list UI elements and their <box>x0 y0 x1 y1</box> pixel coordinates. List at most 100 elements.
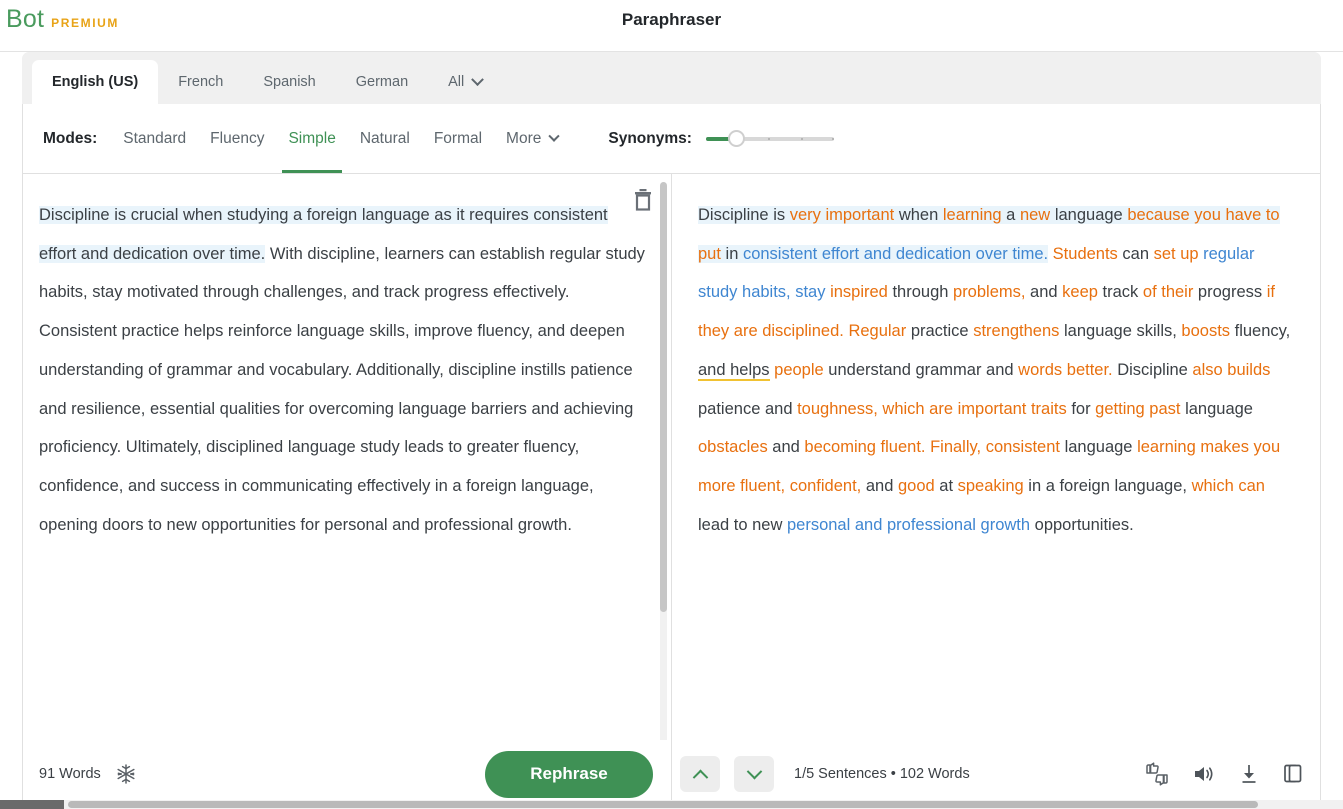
synonym-token[interactable]: which can <box>1192 477 1265 495</box>
result-token: a <box>1002 206 1020 224</box>
synonym-token[interactable]: Students <box>1053 245 1118 263</box>
synonym-token[interactable]: personal and professional growth <box>787 516 1030 534</box>
result-token: and helps <box>698 361 770 381</box>
language-tab-french[interactable]: French <box>158 60 243 104</box>
synonym-token[interactable]: strengthens <box>973 322 1059 340</box>
source-text-editor[interactable]: Discipline is crucial when studying a fo… <box>23 174 671 740</box>
result-token: language <box>1050 206 1127 224</box>
mode-simple[interactable]: Simple <box>276 115 347 163</box>
page-scroll-left-cap <box>0 800 64 809</box>
speaker-icon[interactable] <box>1192 763 1216 785</box>
language-tab-all[interactable]: All <box>428 60 496 104</box>
slider-tick <box>768 138 770 140</box>
synonyms-label: Synonyms: <box>608 130 692 148</box>
synonym-token[interactable]: words better. <box>1018 361 1112 379</box>
mode-label: Formal <box>434 130 482 148</box>
synonyms-control[interactable]: Synonyms: <box>608 130 834 148</box>
result-status: 1/5 Sentences • 102 Words <box>794 766 970 782</box>
chevron-down-icon <box>471 73 484 86</box>
source-scrollbar[interactable] <box>660 182 667 740</box>
result-token: opportunities. <box>1030 516 1134 534</box>
mode-natural[interactable]: Natural <box>348 115 422 163</box>
synonym-token[interactable]: obstacles <box>698 438 768 456</box>
synonym-token[interactable]: learning <box>943 206 1002 224</box>
source-scrollbar-thumb[interactable] <box>660 182 667 612</box>
result-token: progress <box>1193 283 1266 301</box>
result-token: Discipline is <box>698 206 790 224</box>
synonym-token[interactable]: boosts <box>1181 322 1230 340</box>
synonym-token[interactable]: set up <box>1154 245 1199 263</box>
synonym-token[interactable]: people <box>774 361 824 379</box>
download-icon[interactable] <box>1238 762 1260 786</box>
trash-icon[interactable] <box>631 186 655 214</box>
synonym-token[interactable]: keep <box>1062 283 1098 301</box>
language-tab-german[interactable]: German <box>336 60 428 104</box>
synonym-token[interactable]: getting past <box>1095 400 1180 418</box>
result-token: track <box>1098 283 1143 301</box>
source-word-count: 91 Words <box>39 766 101 782</box>
mode-fluency[interactable]: Fluency <box>198 115 276 163</box>
mode-label: Standard <box>123 130 186 148</box>
synonym-token[interactable]: Regular <box>848 322 906 340</box>
synonyms-slider-knob[interactable] <box>728 130 745 147</box>
source-rest-text[interactable]: With discipline, learners can establish … <box>39 245 645 534</box>
result-token: in <box>721 245 743 263</box>
result-token: patience and <box>698 400 797 418</box>
result-token: and <box>1025 283 1062 301</box>
synonym-token[interactable]: problems, <box>953 283 1025 301</box>
feedback-thumbs-icon[interactable] <box>1144 762 1170 786</box>
result-token: Discipline <box>1113 361 1193 379</box>
next-sentence-button[interactable] <box>734 756 774 792</box>
page-scrollbar-thumb[interactable] <box>68 801 1258 808</box>
chevron-up-icon <box>692 769 708 785</box>
synonyms-slider[interactable] <box>706 137 834 141</box>
language-tab-label: All <box>448 74 464 90</box>
language-tab-label: English (US) <box>52 74 138 90</box>
mode-more[interactable]: More <box>494 115 570 163</box>
page-horizontal-scrollbar[interactable] <box>0 800 1343 809</box>
mode-label: More <box>506 130 541 148</box>
modes-bar: Modes: Standard Fluency Simple Natural Forma… <box>22 104 1321 174</box>
mode-formal[interactable]: Formal <box>422 115 494 163</box>
synonym-token[interactable]: inspired <box>830 283 888 301</box>
language-tab-english-us[interactable]: English (US) <box>32 60 158 104</box>
prev-sentence-button[interactable] <box>680 756 720 792</box>
snowflake-icon[interactable] <box>115 763 137 785</box>
language-tab-label: German <box>356 74 408 90</box>
result-token: understand grammar and <box>824 361 1018 379</box>
synonym-token[interactable]: of their <box>1143 283 1193 301</box>
synonym-token[interactable]: speaking <box>958 477 1024 495</box>
synonym-token[interactable]: good <box>898 477 935 495</box>
editor-panes: Discipline is crucial when studying a fo… <box>22 174 1321 809</box>
result-token: and <box>768 438 805 456</box>
synonym-token[interactable]: new <box>1020 206 1050 224</box>
synonym-token[interactable]: toughness, which are important traits <box>797 400 1067 418</box>
modes-label: Modes: <box>43 130 97 148</box>
synonym-token[interactable]: very important <box>790 206 895 224</box>
language-tab-spanish[interactable]: Spanish <box>243 60 335 104</box>
rephrase-button[interactable]: Rephrase <box>485 751 653 798</box>
synonym-token[interactable]: becoming fluent. Finally, consistent <box>804 438 1060 456</box>
result-text-editor[interactable]: Discipline is very important when learni… <box>672 174 1320 740</box>
result-token: language <box>1180 400 1253 418</box>
result-footer: 1/5 Sentences • 102 Words <box>672 740 1320 808</box>
language-tab-bar: English (US) French Spanish German All <box>22 52 1321 104</box>
language-tab-label: Spanish <box>263 74 315 90</box>
mode-standard[interactable]: Standard <box>111 115 198 163</box>
modes-list: Standard Fluency Simple Natural Formal More <box>111 115 570 163</box>
copy-icon[interactable] <box>1282 762 1304 786</box>
synonym-token[interactable]: also builds <box>1192 361 1270 379</box>
mode-label: Simple <box>288 130 335 148</box>
result-pane: Discipline is very important when learni… <box>672 174 1320 808</box>
app-header: Bot PREMIUM Paraphraser <box>0 0 1343 52</box>
paraphraser-tool: English (US) French Spanish German All Modes… <box>22 52 1321 809</box>
result-actions <box>1144 762 1304 786</box>
result-token: and <box>861 477 898 495</box>
chevron-down-icon <box>746 763 762 779</box>
result-token: in a foreign language, <box>1024 477 1192 495</box>
result-token: through <box>888 283 953 301</box>
mode-label: Fluency <box>210 130 264 148</box>
synonym-token[interactable]: consistent effort and dedication over ti… <box>743 245 1048 263</box>
result-token: practice <box>906 322 973 340</box>
slider-tick <box>832 138 834 140</box>
